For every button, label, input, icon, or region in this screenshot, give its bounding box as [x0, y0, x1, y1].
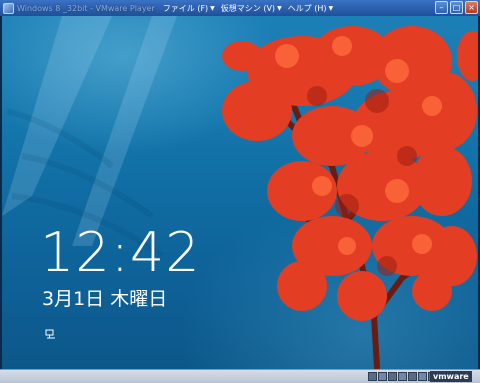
- menu-file-label: ファイル (F): [162, 3, 209, 13]
- network-icon: [45, 329, 55, 339]
- cd-icon[interactable]: [388, 372, 397, 381]
- status-bar: vmware: [0, 369, 480, 383]
- vmware-app-icon[interactable]: [3, 2, 14, 14]
- menu-vm[interactable]: 仮想マシン (V) ▼: [221, 3, 282, 14]
- dropdown-arrow-icon: ▼: [328, 4, 334, 12]
- printer-icon[interactable]: [418, 372, 427, 381]
- floppy-icon[interactable]: [398, 372, 407, 381]
- menu-help-label: ヘルプ (H): [287, 3, 327, 13]
- dropdown-arrow-icon: ▼: [210, 4, 215, 12]
- lock-screen-clock: 12:42: [40, 221, 201, 284]
- dropdown-arrow-icon: ▼: [277, 4, 282, 12]
- usb-icon[interactable]: [368, 372, 377, 381]
- lock-screen-date: 3月1日 木曜日: [42, 288, 168, 310]
- minimize-button[interactable]: –: [435, 1, 448, 14]
- vmware-player-window: Windows 8 _32bit - VMware Player ファイル (F…: [0, 0, 480, 383]
- vmware-logo: vmware: [430, 371, 472, 382]
- menu-vm-label: 仮想マシン (V): [220, 3, 276, 13]
- network-adapter-icon[interactable]: [378, 372, 387, 381]
- window-controls: – □ ×: [435, 1, 478, 14]
- maximize-button[interactable]: □: [450, 1, 463, 14]
- menu-help[interactable]: ヘルプ (H) ▼: [288, 3, 333, 14]
- coral-wallpaper: [2, 16, 478, 369]
- close-button[interactable]: ×: [465, 1, 478, 14]
- sound-icon[interactable]: [408, 372, 417, 381]
- window-title: Windows 8 _32bit - VMware Player: [17, 3, 155, 13]
- guest-lock-screen[interactable]: 12:42 3月1日 木曜日: [2, 16, 478, 369]
- title-bar[interactable]: Windows 8 _32bit - VMware Player ファイル (F…: [0, 0, 480, 16]
- menu-file[interactable]: ファイル (F) ▼: [163, 3, 215, 14]
